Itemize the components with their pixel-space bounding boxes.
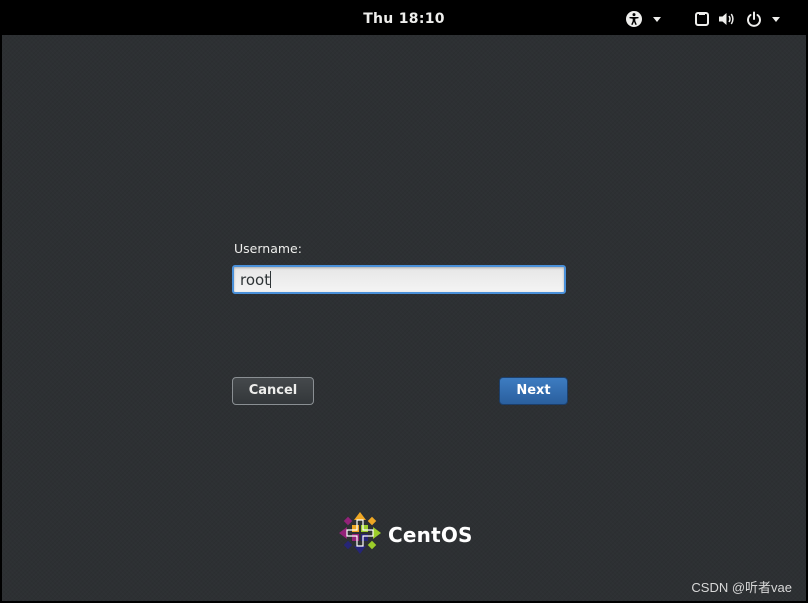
cancel-button[interactable]: Cancel — [232, 377, 314, 405]
next-button[interactable]: Next — [499, 377, 568, 405]
watermark: CSDN @听者vae — [691, 580, 792, 595]
chevron-down-icon — [770, 15, 782, 23]
system-menu[interactable] — [694, 10, 782, 28]
accessibility-icon — [625, 10, 643, 28]
clock[interactable]: Thu 18:10 — [2, 11, 806, 27]
username-input[interactable]: root — [232, 265, 566, 294]
volume-icon — [718, 11, 736, 27]
top-bar: Thu 18:10 — [2, 2, 806, 35]
accessibility-menu[interactable] — [625, 10, 663, 28]
centos-logo — [338, 511, 382, 559]
centos-wordmark: CentOS — [388, 523, 473, 547]
power-icon — [746, 11, 762, 27]
chevron-down-icon — [651, 15, 663, 23]
login-screen: Thu 18:10 Username: root Cancel Next Cen… — [2, 2, 806, 601]
username-label: Username: — [234, 241, 302, 256]
login-form: Username: root — [232, 241, 570, 294]
screen-icon — [694, 11, 710, 27]
centos-branding: CentOS — [338, 511, 473, 559]
text-caret — [270, 271, 272, 288]
username-value: root — [240, 271, 271, 289]
